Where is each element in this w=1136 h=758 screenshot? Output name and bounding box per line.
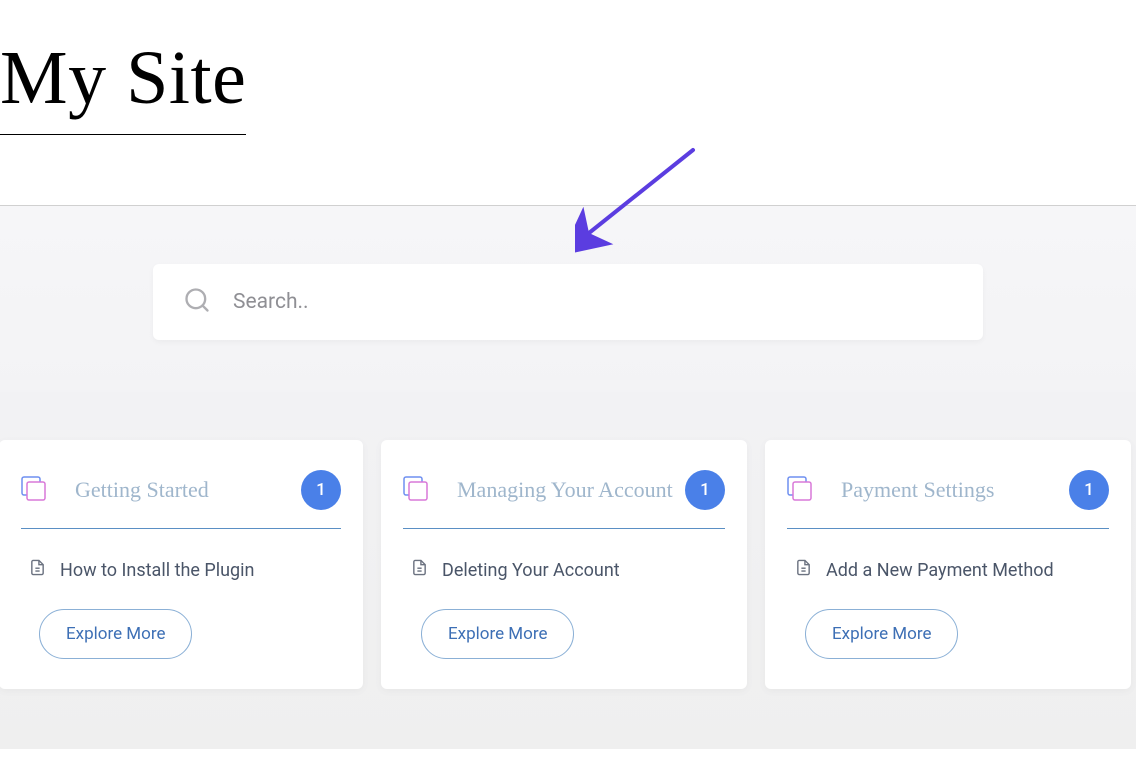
card-title: Managing Your Account bbox=[457, 477, 685, 503]
search-box[interactable] bbox=[153, 264, 983, 340]
article-title: How to Install the Plugin bbox=[60, 560, 254, 581]
explore-more-button[interactable]: Explore More bbox=[805, 609, 958, 659]
explore-more-button[interactable]: Explore More bbox=[39, 609, 192, 659]
card-title: Getting Started bbox=[75, 477, 301, 503]
card-header: Getting Started 1 bbox=[21, 470, 341, 529]
explore-more-button[interactable]: Explore More bbox=[421, 609, 574, 659]
category-icon bbox=[401, 474, 429, 506]
document-icon bbox=[795, 559, 812, 581]
search-input[interactable] bbox=[233, 290, 953, 314]
article-title: Deleting Your Account bbox=[442, 560, 620, 581]
article-title: Add a New Payment Method bbox=[826, 560, 1054, 581]
article-link[interactable]: Deleting Your Account bbox=[411, 559, 725, 581]
card-header: Managing Your Account 1 bbox=[403, 470, 725, 529]
article-link[interactable]: Add a New Payment Method bbox=[795, 559, 1109, 581]
search-icon bbox=[183, 286, 211, 318]
card-body: How to Install the Plugin Explore More bbox=[21, 529, 341, 659]
card-payment-settings: Payment Settings 1 Add a New Payment Met… bbox=[765, 440, 1131, 689]
count-badge: 1 bbox=[685, 470, 725, 510]
site-title[interactable]: My Site bbox=[0, 0, 246, 135]
card-body: Add a New Payment Method Explore More bbox=[787, 529, 1109, 659]
count-badge: 1 bbox=[1069, 470, 1109, 510]
document-icon bbox=[411, 559, 428, 581]
card-managing-account: Managing Your Account 1 Deleting Your Ac… bbox=[381, 440, 747, 689]
card-getting-started: Getting Started 1 How to Install the Plu… bbox=[0, 440, 363, 689]
category-icon bbox=[19, 474, 47, 506]
search-section bbox=[0, 206, 1136, 392]
card-body: Deleting Your Account Explore More bbox=[403, 529, 725, 659]
cards-grid: Getting Started 1 How to Install the Plu… bbox=[0, 392, 1136, 749]
document-icon bbox=[29, 559, 46, 581]
article-link[interactable]: How to Install the Plugin bbox=[29, 559, 341, 581]
header: My Site bbox=[0, 0, 1136, 135]
count-badge: 1 bbox=[301, 470, 341, 510]
card-title: Payment Settings bbox=[841, 477, 1069, 503]
card-header: Payment Settings 1 bbox=[787, 470, 1109, 529]
category-icon bbox=[785, 474, 813, 506]
